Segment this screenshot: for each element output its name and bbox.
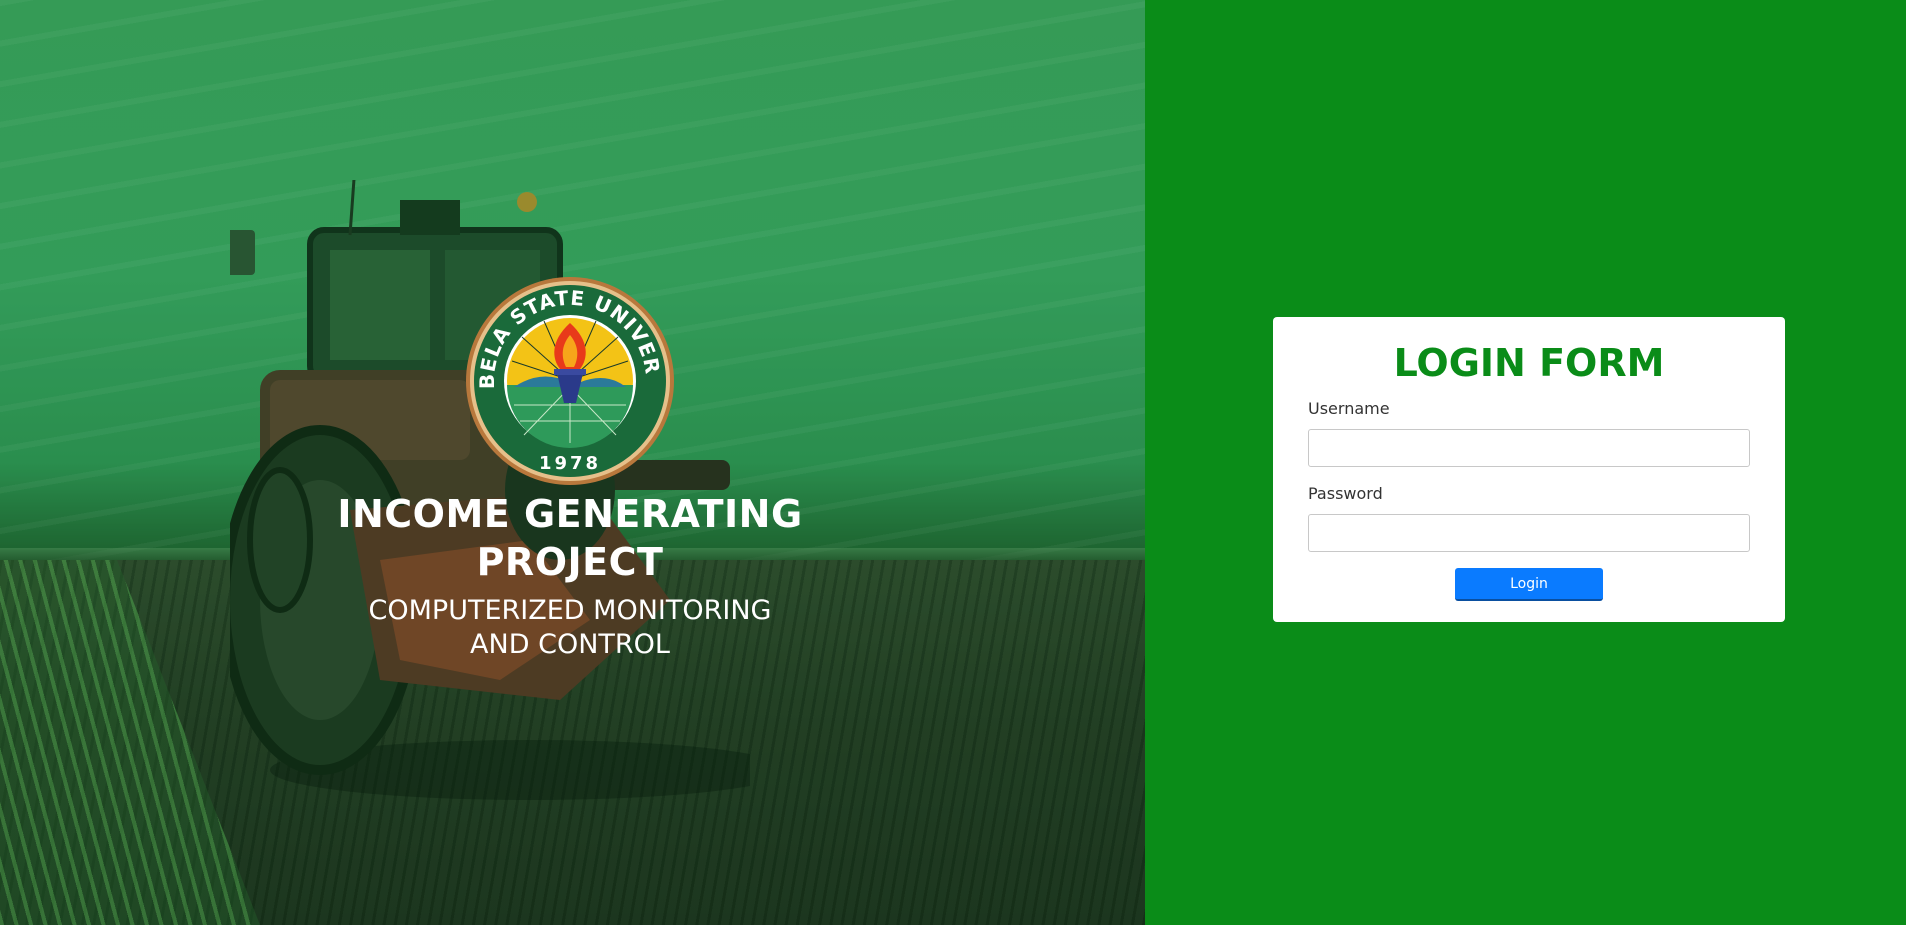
login-page: ISABELA STATE UNIVERSITY 1978 INCOME GEN… — [0, 0, 1906, 925]
username-input[interactable] — [1308, 429, 1750, 467]
password-label: Password — [1308, 484, 1383, 503]
login-panel: LOGIN FORM Username Password Login — [1145, 0, 1906, 925]
project-title: INCOME GENERATING PROJECT — [337, 492, 803, 584]
password-input[interactable] — [1308, 514, 1750, 552]
hero-section: ISABELA STATE UNIVERSITY 1978 INCOME GEN… — [0, 0, 1145, 925]
login-form: LOGIN FORM Username Password Login — [1273, 317, 1785, 622]
username-label: Username — [1308, 399, 1390, 418]
seal-year: 1978 — [539, 453, 601, 474]
torch-seal-icon: ISABELA STATE UNIVERSITY 1978 — [464, 275, 674, 485]
login-button[interactable]: Login — [1455, 568, 1603, 601]
project-subtitle: COMPUTERIZED MONITORING AND CONTROL — [368, 595, 772, 660]
login-title: LOGIN FORM — [1393, 341, 1665, 385]
